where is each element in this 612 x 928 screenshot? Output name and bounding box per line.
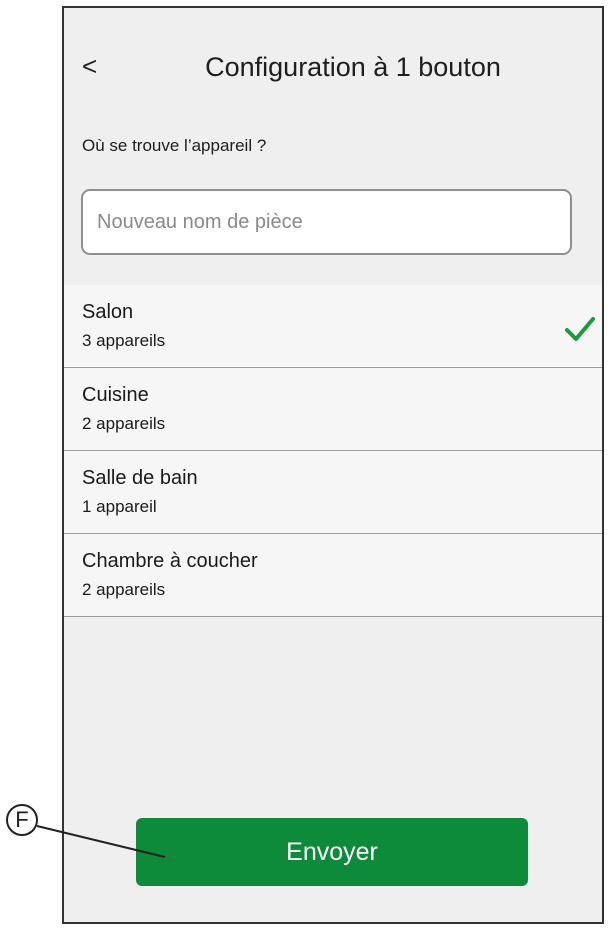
room-device-count: 3 appareils xyxy=(82,331,166,350)
room-name: Salle de bain xyxy=(82,467,198,489)
phone-frame: < Configuration à 1 bouton Où se trouve … xyxy=(62,6,604,924)
room-item-salon[interactable]: Salon 3 appareils xyxy=(64,285,602,368)
room-name: Cuisine xyxy=(82,384,149,406)
location-question: Où se trouve l’appareil ? xyxy=(82,136,267,155)
room-device-count: 1 appareil xyxy=(82,497,157,516)
page-title: Configuration à 1 bouton xyxy=(205,52,501,82)
room-name: Salon xyxy=(82,301,134,323)
room-item-cuisine[interactable]: Cuisine 2 appareils xyxy=(64,368,602,451)
room-item-chambre[interactable]: Chambre à coucher 2 appareils xyxy=(64,534,602,617)
header: < Configuration à 1 bouton xyxy=(64,8,602,120)
room-item-salle-de-bain[interactable]: Salle de bain 1 appareil xyxy=(64,451,602,534)
chevron-left-icon[interactable]: < xyxy=(82,51,97,81)
send-button[interactable]: Envoyer xyxy=(136,818,528,886)
checkmark-icon xyxy=(565,317,595,341)
room-device-count: 2 appareils xyxy=(82,580,166,599)
room-name: Chambre à coucher xyxy=(82,550,258,572)
new-room-name-input[interactable] xyxy=(81,189,572,255)
back-button[interactable]: < xyxy=(82,50,106,82)
room-device-count: 2 appareils xyxy=(82,414,166,433)
callout-label: F xyxy=(6,804,38,836)
room-list: Salon 3 appareils Cuisine 2 appareils Sa… xyxy=(64,285,602,617)
